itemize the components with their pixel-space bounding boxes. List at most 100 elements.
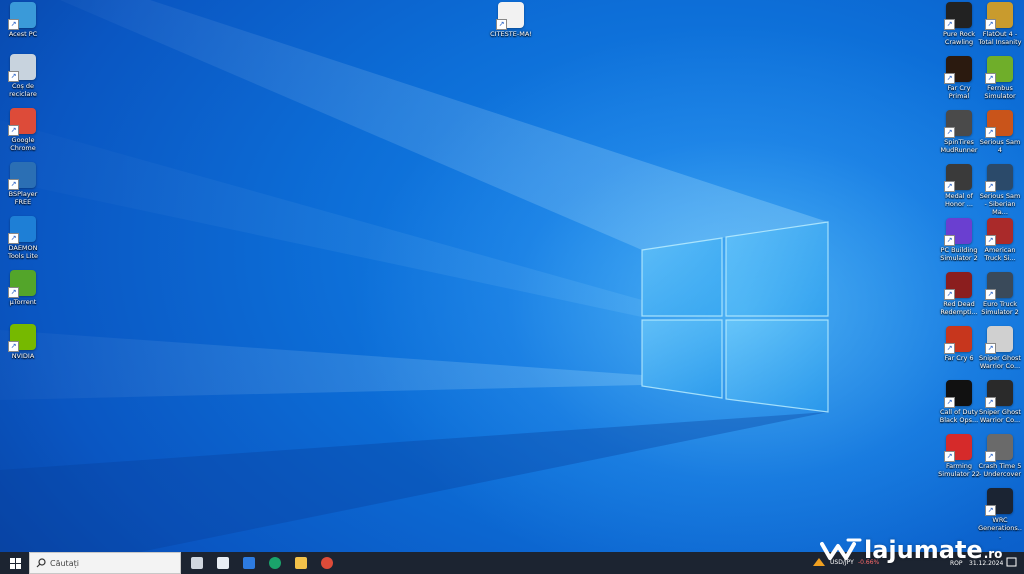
desktop-shortcut-label: Serious Sam - Siberian Ma... [979, 192, 1021, 216]
desktop-shortcut[interactable]: ↗ Acest PC [1, 2, 45, 38]
spintires-mudrunner-icon: ↗ [944, 110, 972, 138]
call-of-duty-icon: ↗ [944, 380, 972, 408]
desktop-shortcut[interactable]: ↗ Crash Time 5 - Undercover [978, 434, 1022, 478]
shortcut-arrow-icon: ↗ [985, 127, 996, 138]
lajumate-logo-icon [820, 538, 862, 560]
desktop-shortcut[interactable]: ↗ CITESTE-MA! [489, 2, 533, 38]
desktop-shortcut[interactable]: ↗ DAEMON Tools Lite [1, 216, 45, 260]
shortcut-arrow-icon: ↗ [944, 127, 955, 138]
taskbar-app-button[interactable] [237, 552, 261, 574]
desktop-shortcut[interactable]: ↗ FlatOut 4 - Total Insanity [978, 2, 1022, 46]
medal-of-honor-icon: ↗ [944, 164, 972, 192]
desktop-shortcut[interactable]: ↗ BSPlayer FREE [1, 162, 45, 206]
desktop-shortcut[interactable]: ↗ Red Dead Redempti... [937, 272, 981, 316]
american-truck-simulator-icon: ↗ [985, 218, 1013, 246]
desktop-shortcut[interactable]: ↗ Google Chrome [1, 108, 45, 152]
desktop-shortcut[interactable]: ↗ PC Building Simulator 2 [937, 218, 981, 262]
taskbar-app-button[interactable] [315, 552, 339, 574]
text-file-icon: ↗ [496, 2, 524, 30]
shortcut-arrow-icon: ↗ [8, 125, 19, 136]
desktop-shortcut[interactable]: ↗ Medal of Honor ... [937, 164, 981, 208]
lajumate-watermark: lajumate .ro [820, 530, 1002, 570]
shortcut-arrow-icon: ↗ [985, 343, 996, 354]
shortcut-arrow-icon: ↗ [944, 451, 955, 462]
desktop-shortcut[interactable]: ↗ Sniper Ghost Warrior Co... [978, 326, 1022, 370]
desktop-shortcut[interactable]: ↗ NVIDIA [1, 324, 45, 360]
desktop-shortcut-label: Fernbus Simulator [984, 84, 1016, 100]
desktop-shortcut[interactable]: ↗ Farming Simulator 22 [937, 434, 981, 478]
sniper-ghost-warrior-icon: ↗ [985, 326, 1013, 354]
shortcut-arrow-icon: ↗ [944, 343, 955, 354]
desktop-shortcut[interactable]: ↗ SpinTires MudRunner [937, 110, 981, 154]
shortcut-arrow-icon: ↗ [944, 289, 955, 300]
file-explorer-icon [295, 557, 307, 569]
shortcut-arrow-icon: ↗ [8, 19, 19, 30]
start-button[interactable] [3, 552, 27, 574]
taskbar-search-box[interactable]: Căutați [29, 552, 181, 574]
desktop-shortcut[interactable]: ↗ Pure Rock Crawling [937, 2, 981, 46]
utorrent-icon: ↗ [8, 270, 36, 298]
taskbar-app-button[interactable] [211, 552, 235, 574]
desktop-shortcut[interactable]: ↗ Far Cry Primal [937, 56, 981, 100]
desktop-shortcut[interactable]: ↗ Serious Sam - Siberian Ma... [978, 164, 1022, 216]
shortcut-arrow-icon: ↗ [985, 451, 996, 462]
desktop-shortcut-label: Google Chrome [10, 136, 36, 152]
desktop-shortcut-label: Far Cry Primal [947, 84, 971, 100]
wrc-generations-icon: ↗ [985, 488, 1013, 516]
desktop-shortcut[interactable]: ↗ µTorrent [1, 270, 45, 306]
desktop-shortcut-label: Sniper Ghost Warrior Co... [979, 408, 1021, 424]
desktop-shortcut-label: Acest PC [8, 30, 38, 38]
sniper-ghost-warrior-2-icon: ↗ [985, 380, 1013, 408]
watermark-suffix: .ro [983, 547, 1003, 561]
taskbar-app-button[interactable] [289, 552, 313, 574]
desktop-shortcut[interactable]: ↗ Sniper Ghost Warrior Co... [978, 380, 1022, 424]
desktop-shortcut-label: DAEMON Tools Lite [7, 244, 39, 260]
desktop-shortcut-label: Crash Time 5 - Undercover [978, 462, 1022, 478]
farming-simulator-icon: ↗ [944, 434, 972, 462]
desktop-shortcut[interactable]: ↗ Far Cry 6 [937, 326, 981, 362]
shortcut-arrow-icon: ↗ [985, 73, 996, 84]
desktop-shortcut-label: CITESTE-MA! [490, 30, 532, 38]
shortcut-arrow-icon: ↗ [985, 505, 996, 516]
desktop-shortcut-label: Red Dead Redempti... [940, 300, 978, 316]
desktop-shortcut-label: SpinTires MudRunner [940, 138, 978, 154]
pc-building-simulator-icon: ↗ [944, 218, 972, 246]
desktop-shortcut-label: BSPlayer FREE [8, 190, 38, 206]
shortcut-arrow-icon: ↗ [8, 71, 19, 82]
shortcut-arrow-icon: ↗ [985, 235, 996, 246]
shortcut-arrow-icon: ↗ [944, 73, 955, 84]
search-placeholder: Căutați [50, 558, 79, 568]
taskbar-app-button[interactable] [185, 552, 209, 574]
shortcut-arrow-icon: ↗ [8, 287, 19, 298]
shortcut-arrow-icon: ↗ [985, 397, 996, 408]
daemon-tools-icon: ↗ [8, 216, 36, 244]
desktop-shortcut-label: Far Cry 6 [944, 354, 974, 362]
shortcut-arrow-icon: ↗ [944, 235, 955, 246]
shortcut-arrow-icon: ↗ [8, 341, 19, 352]
notifications-icon[interactable] [1006, 557, 1017, 570]
shortcut-arrow-icon: ↗ [944, 397, 955, 408]
edge-icon [269, 557, 281, 569]
watermark-text: lajumate [864, 536, 983, 564]
desktop-shortcut-label: FlatOut 4 - Total Insanity [978, 30, 1022, 46]
desktop-shortcut[interactable]: ↗ American Truck Si... [978, 218, 1022, 262]
desktop-shortcut-label: American Truck Si... [984, 246, 1016, 262]
desktop-shortcut[interactable]: ↗ Serious Sam 4 [978, 110, 1022, 154]
this-pc-icon: ↗ [8, 2, 36, 30]
shortcut-arrow-icon: ↗ [985, 181, 996, 192]
euro-truck-simulator-icon: ↗ [985, 272, 1013, 300]
shortcut-arrow-icon: ↗ [944, 19, 955, 30]
desktop-shortcut-label: Pure Rock Crawling [942, 30, 976, 46]
taskbar-app-button[interactable] [263, 552, 287, 574]
shortcut-arrow-icon: ↗ [985, 19, 996, 30]
desktop-shortcut[interactable]: ↗ Coș de reciclare [1, 54, 45, 98]
shortcut-arrow-icon: ↗ [496, 19, 507, 30]
desktop-shortcut[interactable]: ↗ Call of Duty Black Ops... [937, 380, 981, 424]
desktop[interactable]: ↗ Acest PC ↗ Coș de reciclare ↗ Google Chrome… [0, 0, 1024, 552]
serious-sam-4-icon: ↗ [985, 110, 1013, 138]
desktop-shortcut-label: Coș de reciclare [9, 82, 37, 98]
desktop-shortcut[interactable]: ↗ Fernbus Simulator [978, 56, 1022, 100]
chrome-icon: ↗ [8, 108, 36, 136]
far-cry-6-icon: ↗ [944, 326, 972, 354]
desktop-shortcut[interactable]: ↗ Euro Truck Simulator 2 [978, 272, 1022, 316]
